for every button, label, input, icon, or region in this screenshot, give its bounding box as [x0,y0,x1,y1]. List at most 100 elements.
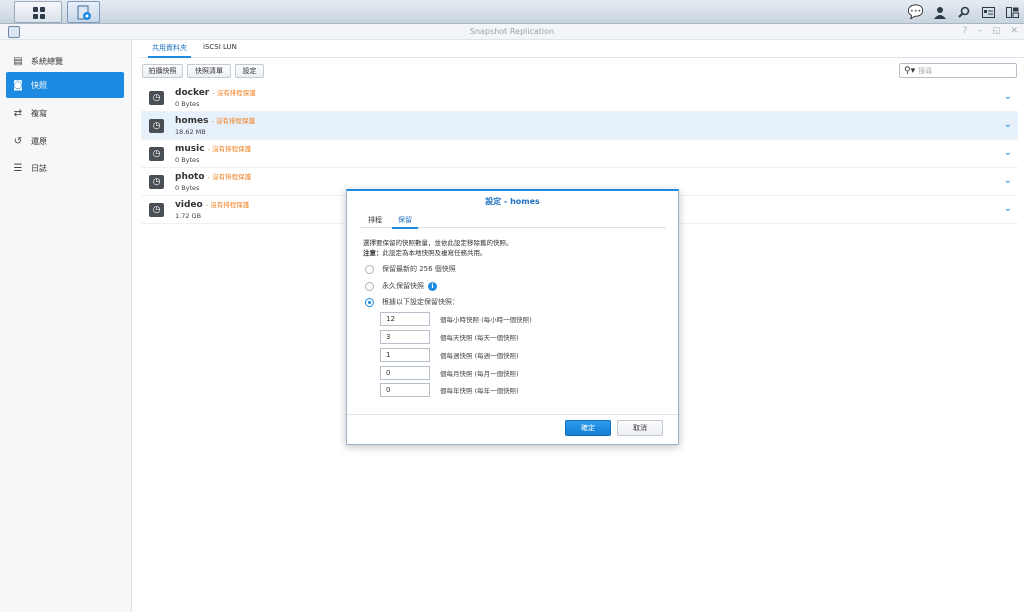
option-label: 根據以下設定保留快照： [382,298,459,306]
settings-button[interactable]: 設定 [235,64,264,78]
description-line: 選擇要保留的快照數量，並依此設定移除舊的快照。 [363,239,513,247]
sidebar-item-label: 系統總覽 [31,56,63,66]
retention-daily-row: 3 個每天快照 (每天一個快照) [380,330,519,344]
sidebar-item-label: 日誌 [31,163,47,173]
snapshot-folder-icon: ◷ [149,175,164,189]
retain-forever-option[interactable]: 永久保留快照 i [365,281,437,291]
snapshot-folder-icon: ◷ [149,119,164,133]
search-input[interactable]: ⚲▾ 搜尋 [899,63,1017,78]
radio-button[interactable] [365,297,374,307]
dialog-footer: 確定 取消 [347,414,678,444]
settings-dialog: 設定 - homes 排程 保留 選擇要保留的快照數量，並依此設定移除舊的快照。… [346,189,679,445]
close-icon[interactable]: ✕ [1010,26,1018,36]
ok-button[interactable]: 確定 [565,420,611,436]
info-icon[interactable]: i [428,281,437,291]
overview-icon: ▤ [13,55,23,67]
main-menu-button[interactable] [14,1,62,23]
search-icon[interactable] [952,0,976,24]
list-item[interactable]: ◷ music - 沒有排程保護 0 Bytes ⌄ [141,140,1018,168]
yearly-snapshots-input[interactable]: 0 [380,383,430,397]
snapshot-folder-icon: ◷ [149,91,164,105]
chat-icon[interactable]: 💬 [904,0,928,24]
field-label: 個每天快照 (每天一個快照) [440,334,519,342]
share-status: - 沒有排程保護 [211,117,255,125]
sidebar-item-log[interactable]: ☰ 日誌 [6,155,124,181]
taskbar: 💬 [0,0,1024,24]
field-label: 個每年快照 (每年一個快照) [440,387,519,395]
share-status: - 沒有排程保護 [207,145,252,153]
list-item[interactable]: ◷ homes - 沒有排程保護 18.62 MB ⌄ [141,112,1018,140]
chevron-down-icon[interactable]: ⌄ [1004,147,1012,158]
sidebar: ▤ 系統總覽 ◙ 快照 ⇄ 複寫 ↺ 還原 ☰ 日誌 [0,40,132,612]
dialog-description: 選擇要保留的快照數量，並依此設定移除舊的快照。 注意：此設定為本地快照及複寫任務… [363,238,513,258]
dialog-title: 設定 - homes [485,197,540,206]
share-name: photo [175,172,205,182]
share-size: 18.62 MB [175,128,206,136]
field-label: 個每週快照 (每週一個快照) [440,352,519,360]
daily-snapshots-input[interactable]: 3 [380,330,430,344]
snapshot-replication-taskbar-button[interactable] [67,1,100,23]
help-icon[interactable]: ? [963,26,968,36]
sidebar-item-replication[interactable]: ⇄ 複寫 [6,100,124,126]
retain-latest-option[interactable]: 保留最新的 256 個快照 [365,264,456,274]
windows-icon[interactable] [1000,0,1024,24]
search-icon: ⚲▾ [904,65,916,76]
share-size: 0 Bytes [175,100,200,108]
radio-button[interactable] [365,281,374,291]
share-status: - 沒有排程保護 [212,89,256,97]
chevron-down-icon[interactable]: ⌄ [1004,175,1012,186]
log-icon: ☰ [13,162,23,174]
main-menu-icon [33,7,45,19]
retention-weekly-row: 1 個每週快照 (每週一個快照) [380,348,519,362]
share-status: - 沒有排程保護 [205,201,250,209]
chevron-down-icon[interactable]: ⌄ [1004,119,1012,130]
snapshot-folder-icon: ◷ [149,203,164,217]
snapshot-list-button[interactable]: 快照清單 [187,64,231,78]
window-title: Snapshot Replication [469,27,555,36]
option-label: 永久保留快照 [382,282,424,290]
note-text: 此設定為本地快照及複寫任務共用。 [382,249,487,257]
list-item[interactable]: ◷ docker - 沒有排程保護 0 Bytes ⌄ [141,84,1018,112]
retention-hourly-row: 12 個每小時快照 (每小時一個快照) [380,312,532,326]
cancel-button[interactable]: 取消 [617,420,663,436]
chevron-down-icon[interactable]: ⌄ [1004,203,1012,214]
field-label: 個每小時快照 (每小時一個快照) [440,316,532,324]
widgets-icon[interactable] [976,0,1000,24]
monthly-snapshots-input[interactable]: 0 [380,366,430,380]
tab-retention[interactable]: 保留 [392,215,418,229]
chevron-down-icon[interactable]: ⌄ [1004,91,1012,102]
weekly-snapshots-input[interactable]: 1 [380,348,430,362]
share-name: video [175,200,203,210]
share-size: 0 Bytes [175,156,200,164]
camera-icon: ◙ [13,79,23,91]
take-snapshot-button[interactable]: 拍攝快照 [142,64,183,78]
share-name: docker [175,88,210,98]
main-tabs: 共用資料夾 iSCSI LUN [141,40,1024,58]
sidebar-item-snapshots[interactable]: ◙ 快照 [6,72,124,98]
snapshot-replication-app-icon [77,5,91,20]
tab-shared-folders[interactable]: 共用資料夾 [148,43,191,58]
user-icon[interactable] [928,0,952,24]
sidebar-item-recovery[interactable]: ↺ 還原 [6,128,124,154]
tab-schedule[interactable]: 排程 [368,215,382,225]
share-status: - 沒有排程保護 [207,173,252,181]
maximize-icon[interactable]: ◱ [992,26,1001,36]
recovery-icon: ↺ [13,135,23,147]
sidebar-item-label: 快照 [31,80,47,90]
dialog-tabs: 排程 保留 [359,212,666,229]
radio-button[interactable] [365,264,374,274]
hourly-snapshots-input[interactable]: 12 [380,312,430,326]
field-label: 個每月快照 (每月一個快照) [440,370,519,378]
sidebar-item-label: 複寫 [31,108,47,118]
window-titlebar: Snapshot Replication ? – ◱ ✕ [0,24,1024,40]
share-size: 0 Bytes [175,184,200,192]
retention-yearly-row: 0 個每年快照 (每年一個快照) [380,383,519,397]
sidebar-item-overview[interactable]: ▤ 系統總覽 [6,48,124,74]
tab-iscsi-lun[interactable]: iSCSI LUN [203,43,237,51]
retention-monthly-row: 0 個每月快照 (每月一個快照) [380,366,519,380]
share-name: music [175,144,205,154]
note-label: 注意： [363,249,383,257]
sidebar-item-label: 還原 [31,136,47,146]
retain-custom-option[interactable]: 根據以下設定保留快照： [365,297,459,307]
minimize-icon[interactable]: – [977,26,982,36]
